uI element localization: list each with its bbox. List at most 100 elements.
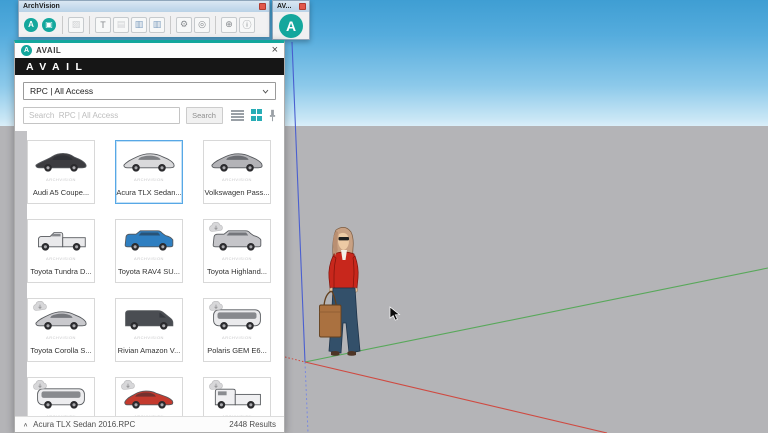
archvision-toolbar-window: ArchVision A▣▨T▤▥▥⚙◎⊕ⓘ (18, 0, 270, 37)
globe-icon[interactable]: ⊕ (221, 17, 237, 33)
avail-panel-title: AVAIL (36, 46, 272, 55)
avail-panel: A AVAIL × AVAIL RPC | All Access Search (14, 40, 285, 433)
library-item[interactable]: ARCHVISION (203, 377, 271, 416)
chevron-down-icon (262, 88, 269, 95)
watermark: ARCHVISION (204, 177, 270, 182)
columns-b-icon[interactable]: ▥ (149, 17, 165, 33)
vehicle-image (209, 147, 265, 178)
watermark: ARCHVISION (116, 177, 182, 182)
item-thumbnail: ARCHVISION (116, 220, 182, 262)
item-label: Volkswagen Pass... (204, 183, 270, 203)
archvision-titlebar[interactable]: ArchVision (19, 1, 269, 12)
watermark: ARCHVISION (116, 256, 182, 261)
selected-file-name: Acura TLX Sedan 2016.RPC (33, 420, 135, 429)
avail-brand-banner: AVAIL (15, 58, 284, 75)
item-label: Polaris GEM E6... (204, 341, 270, 361)
item-label: Rivian Amazon V... (116, 341, 182, 361)
material-icon[interactable]: ▨ (68, 17, 84, 33)
text-document-icon[interactable]: T (95, 17, 111, 33)
search-row: Search (23, 106, 276, 124)
archvision-window-title: ArchVision (23, 1, 60, 12)
cloud-download-icon (208, 301, 224, 312)
vehicle-image (121, 226, 177, 257)
close-icon[interactable] (299, 3, 306, 10)
library-item[interactable]: ARCHVISION Toyota Highland... (203, 219, 271, 283)
watermark: ARCHVISION (28, 335, 94, 340)
channel-dropdown[interactable]: RPC | All Access (23, 82, 276, 100)
vehicle-image (121, 147, 177, 178)
avail-logo-icon[interactable]: A (279, 14, 303, 38)
item-thumbnail: ARCHVISION (116, 299, 182, 341)
watermark: ARCHVISION (204, 256, 270, 261)
vehicle-image (33, 226, 89, 257)
toolbar-separator (215, 16, 216, 34)
library-item[interactable]: ARCHVISION (27, 377, 95, 416)
list-view-icon[interactable] (231, 110, 244, 121)
columns-a-icon[interactable]: ▥ (131, 17, 147, 33)
asset-grid: ARCHVISION Audi A5 Coupe... ARCHVISION A… (27, 131, 284, 416)
toolbar-separator (170, 16, 171, 34)
cloud-download-icon (208, 380, 224, 391)
library-item[interactable]: ARCHVISION Toyota Tundra D... (27, 219, 95, 283)
item-label: Toyota Tundra D... (28, 262, 94, 282)
item-thumbnail: ARCHVISION (204, 141, 270, 183)
watermark: ARCHVISION (116, 335, 182, 340)
item-label: Audi A5 Coupe... (28, 183, 94, 203)
avail-panel-titlebar[interactable]: A AVAIL × (15, 43, 284, 58)
grid-view-icon[interactable] (251, 109, 263, 121)
library-item[interactable]: ARCHVISION (115, 377, 183, 416)
item-thumbnail: ARCHVISION (204, 299, 270, 341)
cloud-download-icon (208, 222, 224, 233)
toolbar-separator (62, 16, 63, 34)
library-item[interactable]: ARCHVISION Toyota RAV4 SU... (115, 219, 183, 283)
document-icon[interactable]: ▤ (113, 17, 129, 33)
cloud-download-icon (32, 301, 48, 312)
item-thumbnail: ARCHVISION (28, 378, 94, 416)
chevron-up-icon[interactable]: ∧ (23, 421, 28, 427)
vehicle-image (33, 147, 89, 178)
status-bar: ∧ Acura TLX Sedan 2016.RPC 2448 Results (15, 416, 284, 432)
library-item[interactable]: ARCHVISION Rivian Amazon V... (115, 298, 183, 362)
toolbar-separator (89, 16, 90, 34)
cloud-download-icon (120, 380, 136, 391)
camera-icon[interactable]: ◎ (194, 17, 210, 33)
search-input[interactable] (23, 107, 180, 124)
library-item[interactable]: ARCHVISION Toyota Corolla S... (27, 298, 95, 362)
item-thumbnail: ARCHVISION (204, 220, 270, 262)
avail-mini-window-title: AV... (277, 1, 291, 12)
archvision-toolbar: A▣▨T▤▥▥⚙◎⊕ⓘ (19, 12, 269, 37)
item-thumbnail: ARCHVISION (28, 299, 94, 341)
pin-icon[interactable] (269, 109, 276, 122)
item-thumbnail: ARCHVISION (116, 141, 182, 183)
cloud-download-icon (32, 380, 48, 391)
item-thumbnail: ARCHVISION (28, 220, 94, 262)
item-label: Acura TLX Sedan... (116, 183, 182, 203)
channel-dropdown-value: RPC | All Access (30, 86, 93, 96)
scrollbar[interactable] (15, 131, 27, 416)
library-item[interactable]: ARCHVISION Audi A5 Coupe... (27, 140, 95, 204)
library-item[interactable]: ARCHVISION Volkswagen Pass... (203, 140, 271, 204)
search-button[interactable]: Search (186, 107, 223, 124)
avail-mini-window: AV... A (272, 0, 310, 40)
close-icon[interactable] (259, 3, 266, 10)
item-thumbnail: ARCHVISION (204, 378, 270, 416)
library-item[interactable]: ARCHVISION Polaris GEM E6... (203, 298, 271, 362)
results-count: 2448 Results (229, 420, 276, 429)
render-settings-icon[interactable]: ⚙ (176, 17, 192, 33)
close-icon[interactable]: × (272, 45, 278, 56)
sketchup-viewport[interactable]: ArchVision A▣▨T▤▥▥⚙◎⊕ⓘ AV... A A AVAIL ×… (0, 0, 768, 433)
about-icon[interactable]: ⓘ (239, 17, 255, 33)
watermark: ARCHVISION (204, 335, 270, 340)
item-label: Toyota Highland... (204, 262, 270, 282)
avail-mini-titlebar[interactable]: AV... (273, 1, 309, 12)
item-label: Toyota RAV4 SU... (116, 262, 182, 282)
library-item[interactable]: ARCHVISION Acura TLX Sedan... (115, 140, 183, 204)
item-thumbnail: ARCHVISION (28, 141, 94, 183)
vehicle-image (121, 305, 177, 336)
avail-logo-icon[interactable]: A (24, 18, 38, 32)
avail-content-icon[interactable]: ▣ (42, 18, 56, 32)
watermark: ARCHVISION (28, 256, 94, 261)
item-thumbnail: ARCHVISION (116, 378, 182, 416)
avail-logo-icon: A (21, 45, 32, 56)
watermark: ARCHVISION (28, 177, 94, 182)
